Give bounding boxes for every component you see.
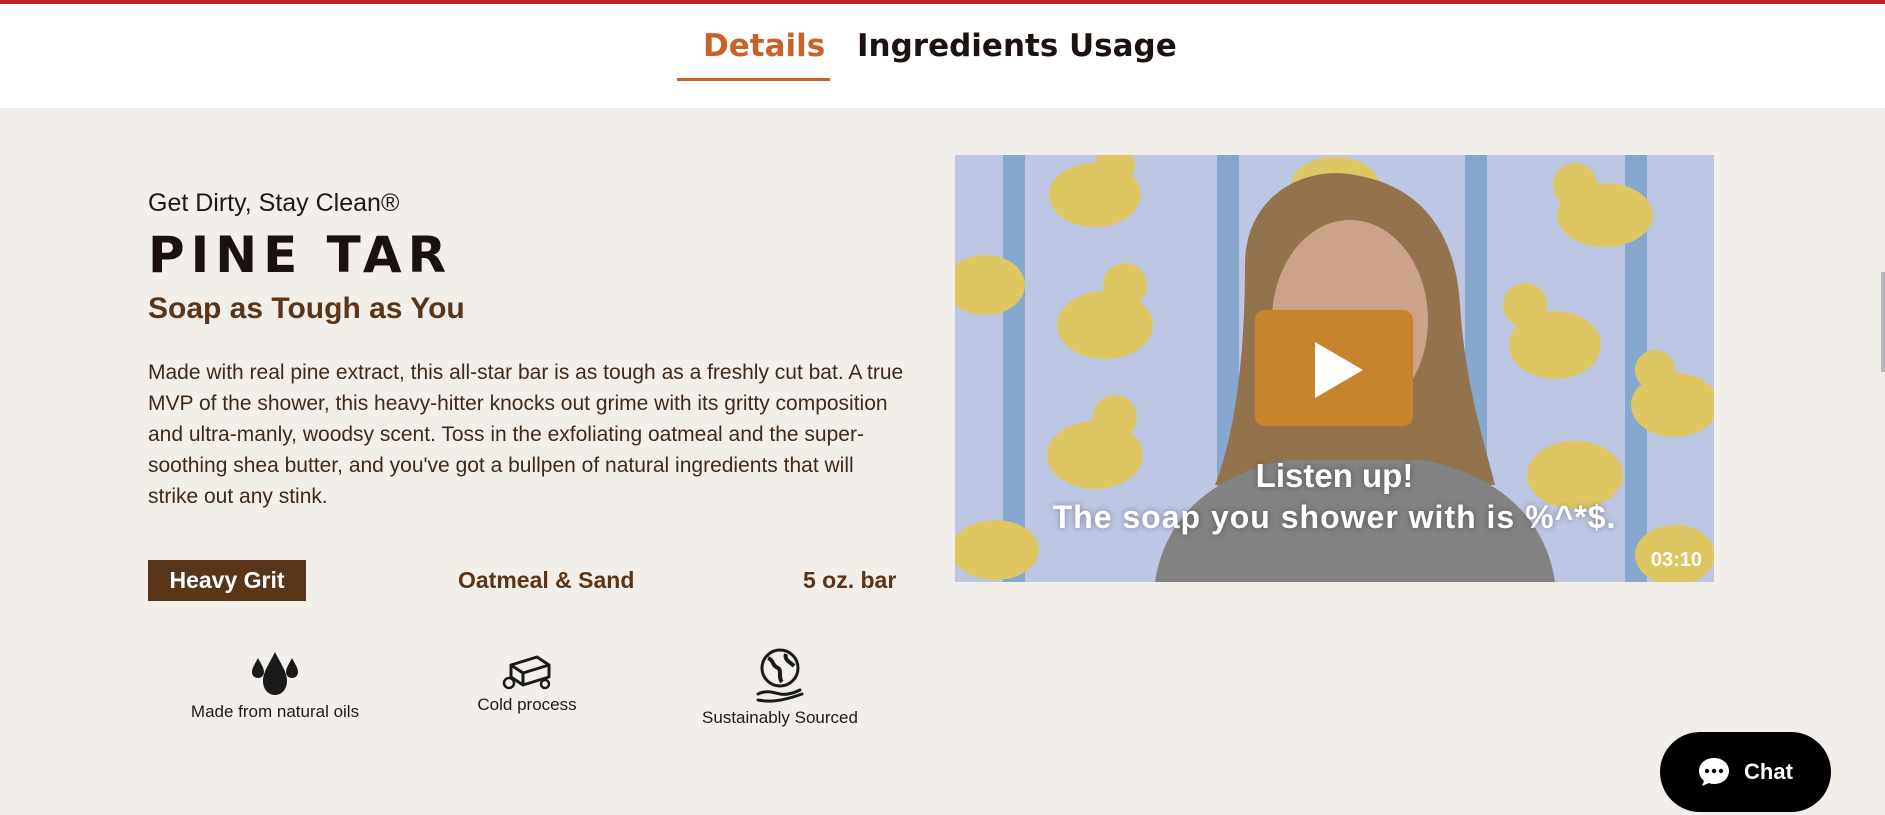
product-description: Made with real pine extract, this all-st… (148, 361, 904, 508)
product-video[interactable]: Listen up! The soap you shower with is %… (955, 155, 1714, 582)
product-tagline: Get Dirty, Stay Clean® (148, 189, 400, 217)
water-drops-icon (252, 652, 298, 695)
grit-badge: Heavy Grit (148, 560, 306, 601)
play-button[interactable] (1255, 310, 1413, 426)
chat-button[interactable]: Chat (1660, 732, 1831, 812)
exfoliant-spec: Oatmeal & Sand (458, 567, 635, 593)
scrollbar-thumb[interactable] (1881, 272, 1885, 372)
feature-label: Made from natural oils (190, 702, 360, 721)
globe-hand-icon (756, 648, 804, 703)
size-spec: 5 oz. bar (803, 567, 897, 593)
play-icon (1315, 342, 1363, 398)
video-caption-line1: Listen up! (1255, 457, 1414, 494)
chat-label: Chat (1744, 759, 1793, 784)
product-subtitle: Soap as Tough as You (148, 292, 465, 325)
feature-natural-oils: Made from natural oils (175, 648, 375, 722)
video-caption-line2: The soap you shower with is %^*$. (1052, 499, 1617, 535)
feature-cold-process: Cold process (427, 653, 627, 715)
feature-label: Sustainably Sourced (702, 708, 858, 727)
tab-ingredients[interactable]: Ingredients (857, 28, 1058, 64)
product-tab-bar: Details Ingredients Usage (0, 4, 1885, 108)
feature-label: Cold process (477, 695, 577, 714)
feature-sustainably-sourced: Sustainably Sourced (680, 648, 880, 728)
tab-details[interactable]: Details (703, 28, 825, 64)
product-title: PINE TAR (148, 226, 453, 284)
video-duration: 03:10 (1650, 549, 1702, 571)
tab-usage[interactable]: Usage (1069, 28, 1177, 64)
soap-bar-icon (502, 655, 551, 690)
active-tab-underline (677, 78, 830, 81)
chat-bubble-icon (1699, 758, 1730, 786)
